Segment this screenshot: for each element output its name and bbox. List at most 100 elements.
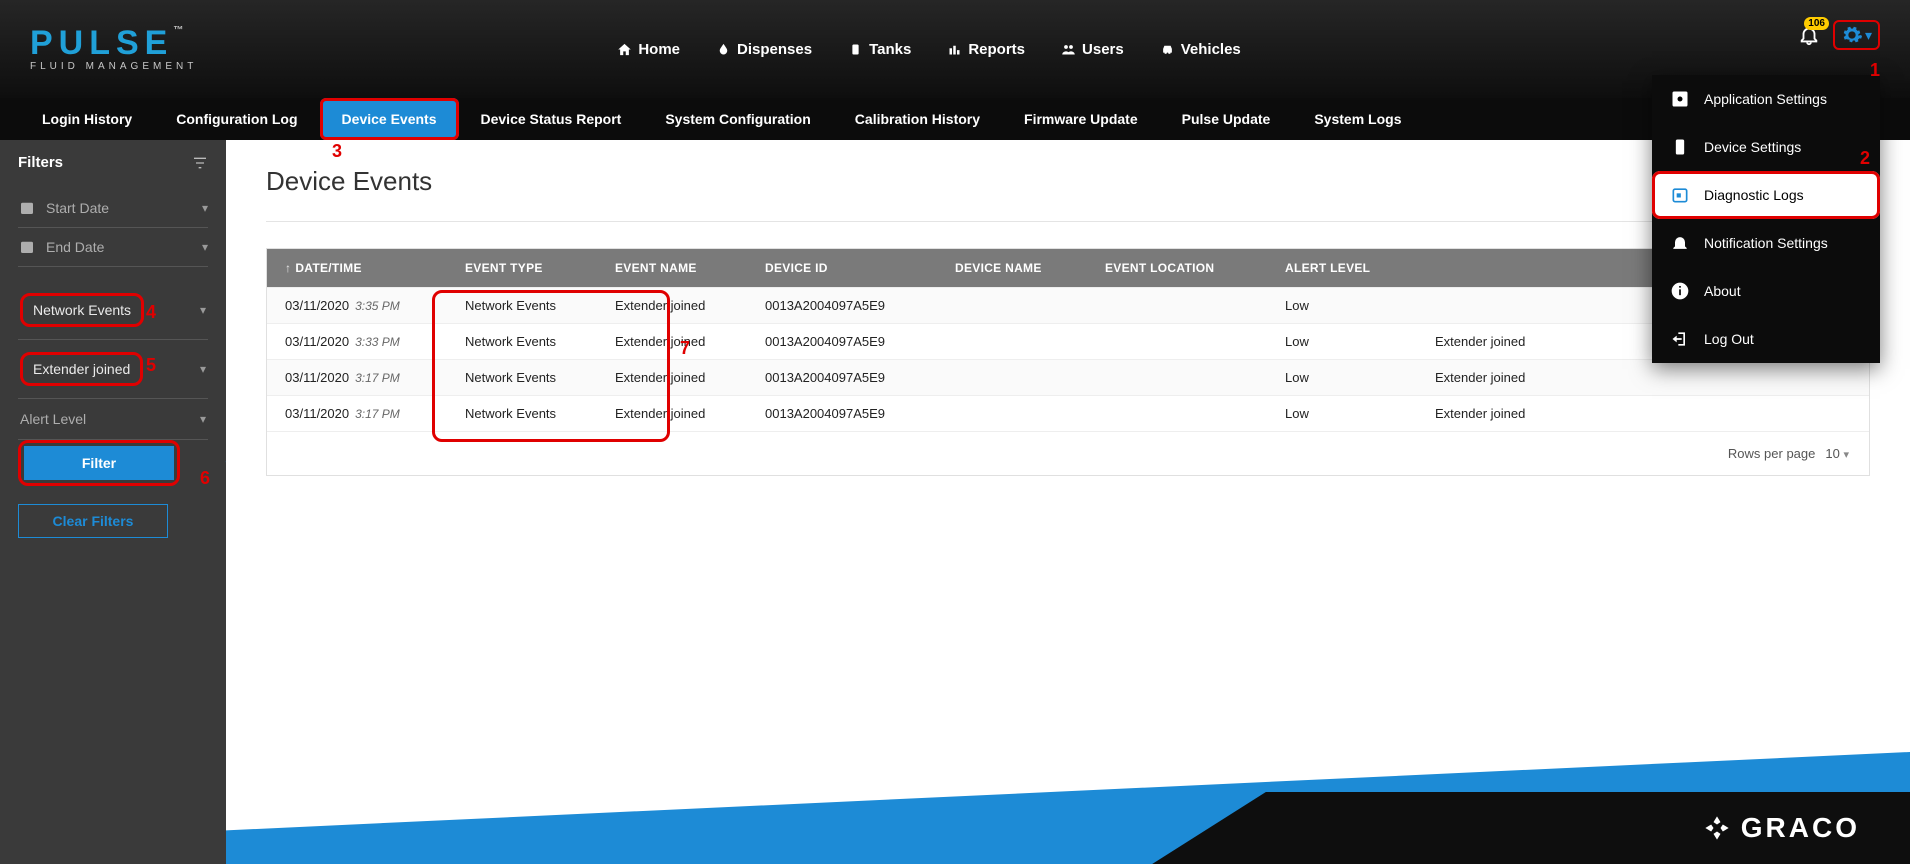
th-device-name[interactable]: DEVICE NAME: [955, 261, 1105, 275]
subnav-label: Device Status Report: [481, 111, 622, 127]
page-title: Device Events: [266, 166, 1870, 222]
end-date-picker[interactable]: End Date ▾: [18, 228, 208, 267]
event-type-select[interactable]: Network Events ▾: [18, 281, 208, 340]
chevron-down-icon: ▾: [1865, 27, 1872, 44]
subnav-label: System Logs: [1314, 111, 1401, 127]
start-date-label: Start Date: [46, 200, 109, 216]
nav-vehicles[interactable]: Vehicles: [1160, 41, 1241, 58]
subnav-system-configuration[interactable]: System Configuration: [643, 98, 832, 140]
menu-diagnostic-logs[interactable]: Diagnostic Logs: [1652, 171, 1880, 219]
menu-application-settings[interactable]: Application Settings: [1652, 75, 1880, 123]
th-device-id[interactable]: DEVICE ID: [765, 261, 955, 275]
filter-button[interactable]: Filter: [24, 446, 174, 480]
clear-filters-button[interactable]: Clear Filters: [18, 504, 168, 538]
event-name-select[interactable]: Extender joined ▾: [18, 340, 208, 399]
logout-icon: [1670, 329, 1690, 349]
event-type-value: Network Events: [20, 293, 144, 327]
menu-label: Device Settings: [1704, 139, 1801, 155]
logo-title: PULSE™: [30, 26, 197, 60]
th-datetime[interactable]: ↑DATE/TIME: [285, 261, 465, 275]
chevron-down-icon: ▾: [200, 412, 206, 426]
subnav-label: Firmware Update: [1024, 111, 1138, 127]
th-event-type[interactable]: EVENT TYPE: [465, 261, 615, 275]
menu-label: Application Settings: [1704, 91, 1827, 107]
brand-logo: PULSE™ FLUID MANAGEMENT: [30, 26, 197, 72]
table-row[interactable]: 03/11/20203:35 PM Network Events Extende…: [267, 287, 1869, 323]
logo-subtitle: FLUID MANAGEMENT: [30, 62, 197, 72]
events-table: ↑DATE/TIME EVENT TYPE EVENT NAME DEVICE …: [266, 248, 1870, 476]
header-actions: 106 ▾ Application Settings Device Settin…: [1795, 20, 1880, 50]
filters-title: Filters: [18, 154, 63, 171]
nav-users[interactable]: Users: [1061, 41, 1124, 58]
chevron-down-icon: ▾: [200, 303, 206, 317]
nav-dispenses[interactable]: Dispenses: [716, 41, 812, 58]
settings-menu-trigger[interactable]: ▾: [1833, 20, 1880, 50]
event-name-value: Extender joined: [20, 352, 143, 386]
subnav-device-status-report[interactable]: Device Status Report: [459, 98, 644, 140]
nav-tanks[interactable]: Tanks: [848, 41, 911, 58]
th-alert-level[interactable]: ALERT LEVEL: [1285, 261, 1435, 275]
subnav-firmware-update[interactable]: Firmware Update: [1002, 98, 1160, 140]
menu-label: Log Out: [1704, 331, 1754, 347]
alert-level-value: Alert Level: [20, 411, 86, 427]
nav-home-label: Home: [638, 41, 680, 58]
calendar-icon: [1670, 185, 1690, 205]
menu-device-settings[interactable]: Device Settings: [1652, 123, 1880, 171]
calendar-icon: [18, 238, 36, 256]
notifications-button[interactable]: 106: [1795, 21, 1823, 49]
filter-icon[interactable]: [192, 155, 208, 171]
subnav-calibration-history[interactable]: Calibration History: [833, 98, 1002, 140]
subnav-pulse-update[interactable]: Pulse Update: [1160, 98, 1293, 140]
menu-logout[interactable]: Log Out: [1652, 315, 1880, 363]
table-row[interactable]: 03/11/20203:17 PM Network Events Extende…: [267, 359, 1869, 395]
subnav-system-logs[interactable]: System Logs: [1292, 98, 1423, 140]
subnav-configuration-log[interactable]: Configuration Log: [154, 98, 319, 140]
vehicle-icon: [1160, 42, 1175, 57]
table-body: 03/11/20203:35 PM Network Events Extende…: [267, 287, 1869, 431]
nav-dispenses-label: Dispenses: [737, 41, 812, 58]
subnav-label: Device Events: [342, 111, 437, 127]
gear-icon: [1841, 24, 1863, 46]
subnav-label: Login History: [42, 111, 132, 127]
bell-solid-icon: [1670, 233, 1690, 253]
start-date-picker[interactable]: Start Date ▾: [18, 189, 208, 228]
th-event-name[interactable]: EVENT NAME: [615, 261, 765, 275]
info-icon: [1670, 281, 1690, 301]
table-footer: Rows per page 10 ▾: [267, 431, 1869, 475]
subnav-label: Calibration History: [855, 111, 980, 127]
notification-badge: 106: [1804, 17, 1829, 30]
nav-tanks-label: Tanks: [869, 41, 911, 58]
settings-menu: Application Settings Device Settings Dia…: [1652, 75, 1880, 363]
nav-vehicles-label: Vehicles: [1181, 41, 1241, 58]
top-header: PULSE™ FLUID MANAGEMENT Home Dispenses T…: [0, 0, 1910, 98]
nav-reports[interactable]: Reports: [947, 41, 1025, 58]
chevron-down-icon: ▾: [202, 240, 208, 254]
menu-notification-settings[interactable]: Notification Settings: [1652, 219, 1880, 267]
graco-logo-icon: [1703, 814, 1731, 842]
table-row[interactable]: 03/11/20203:33 PM Network Events Extende…: [267, 323, 1869, 359]
filters-sidebar: Filters Start Date ▾ End Date ▾ Network …: [0, 140, 226, 864]
subnav-label: System Configuration: [665, 111, 810, 127]
menu-label: Notification Settings: [1704, 235, 1828, 251]
menu-label: About: [1704, 283, 1741, 299]
secondary-nav: Login History Configuration Log Device E…: [0, 98, 1910, 140]
menu-about[interactable]: About: [1652, 267, 1880, 315]
page-footer: GRACO: [226, 752, 1910, 864]
barchart-icon: [947, 42, 962, 57]
users-icon: [1061, 42, 1076, 57]
rows-per-page-select[interactable]: 10 ▾: [1825, 446, 1849, 461]
chevron-down-icon: ▾: [202, 201, 208, 215]
subnav-login-history[interactable]: Login History: [20, 98, 154, 140]
chevron-down-icon: ▾: [1843, 449, 1849, 461]
nav-users-label: Users: [1082, 41, 1124, 58]
subnav-device-events[interactable]: Device Events: [320, 98, 459, 140]
table-row[interactable]: 03/11/20203:17 PM Network Events Extende…: [267, 395, 1869, 431]
nav-home[interactable]: Home: [617, 41, 680, 58]
subnav-label: Configuration Log: [176, 111, 297, 127]
alert-level-select[interactable]: Alert Level ▾: [18, 399, 208, 440]
calendar-icon: [18, 199, 36, 217]
end-date-label: End Date: [46, 239, 104, 255]
rows-per-page-label: Rows per page: [1728, 446, 1815, 461]
table-header-row: ↑DATE/TIME EVENT TYPE EVENT NAME DEVICE …: [267, 249, 1869, 287]
th-event-location[interactable]: EVENT LOCATION: [1105, 261, 1285, 275]
